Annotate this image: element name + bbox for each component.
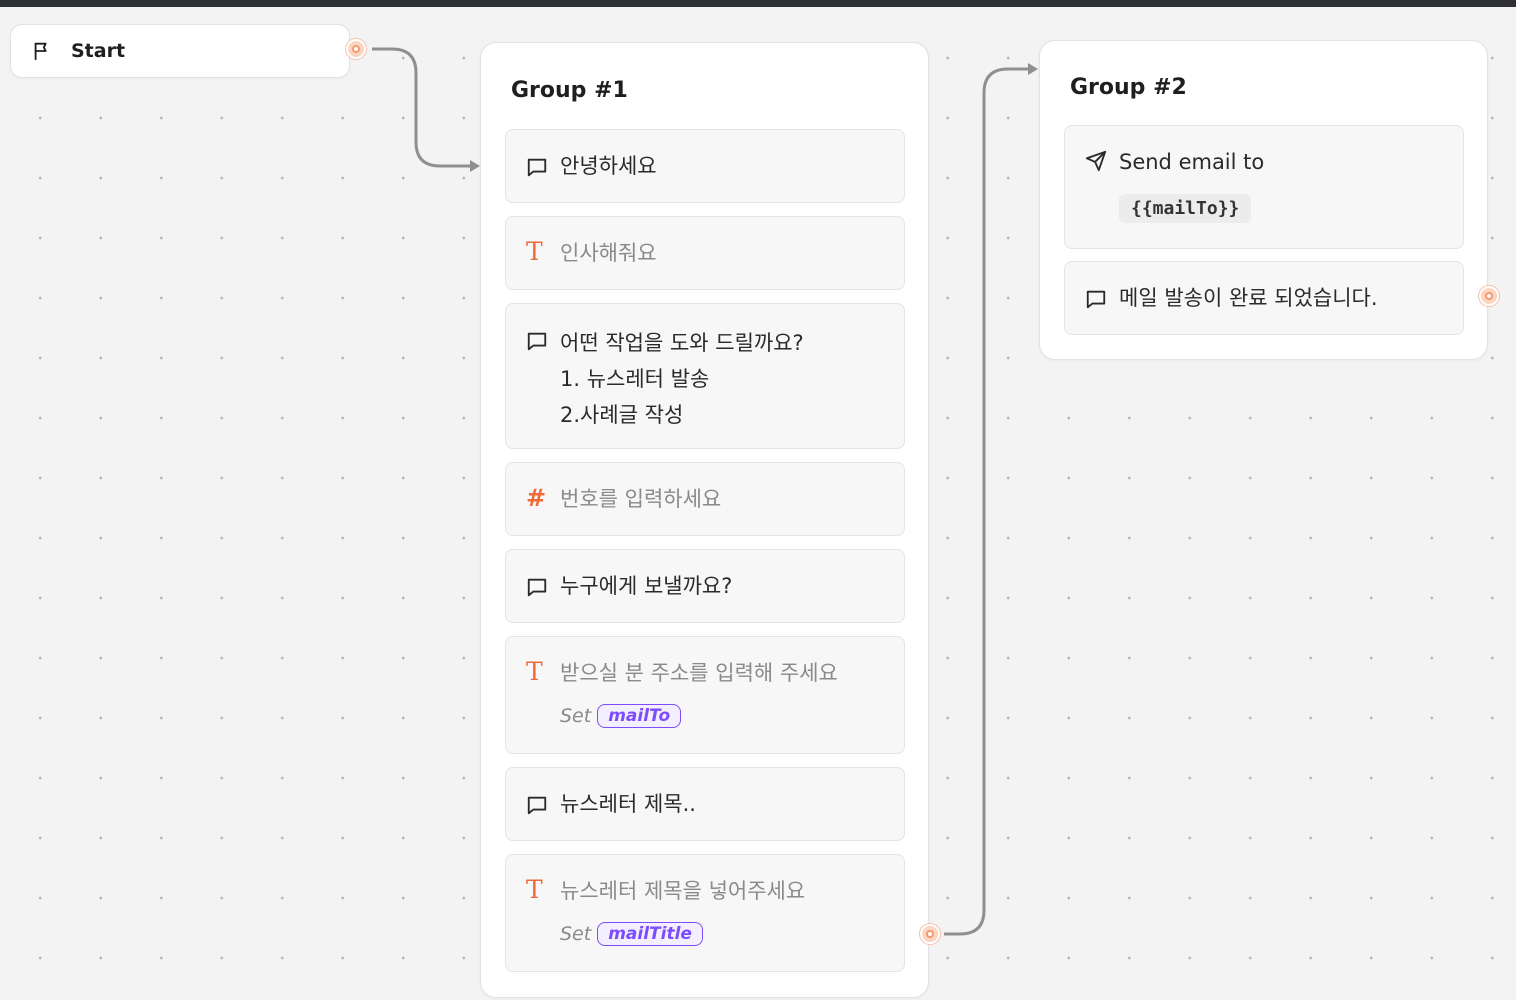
flag-icon: [34, 42, 47, 61]
number-input-block[interactable]: # 번호를 입력하세요: [505, 462, 905, 536]
text-bubble-block[interactable]: 메일 발송이 완료 되었습니다.: [1064, 261, 1464, 335]
chat-bubble-icon: [1086, 290, 1106, 309]
text-bubble-block[interactable]: 안녕하세요: [505, 129, 905, 203]
text-input-block[interactable]: T 인사해줘요: [505, 216, 905, 290]
set-variable-row: Set mailTo: [560, 704, 682, 728]
text-input-block[interactable]: T 뉴스레터 제목을 넣어주세요 Set mailTitle: [505, 854, 905, 972]
text-bubble-block[interactable]: 누구에게 보낼까요?: [505, 549, 905, 623]
text-bubble-block[interactable]: 어떤 작업을 도와 드릴까요? 1. 뉴스레터 발송 2.사례글 작성: [505, 303, 905, 449]
text-input-icon: T: [526, 875, 543, 904]
chat-bubble-icon: [527, 578, 547, 597]
bubble-line: 어떤 작업을 도와 드릴까요?: [560, 331, 804, 355]
text-input-block[interactable]: T 받으실 분 주소를 입력해 주세요 Set mailTo: [505, 636, 905, 754]
start-output-port[interactable]: [346, 39, 366, 59]
recipient-chip: {{mailTo}}: [1119, 194, 1252, 223]
start-node[interactable]: Start: [10, 24, 350, 78]
group-1[interactable]: Group #1 안녕하세요 T 인사해줘요 어떤 작업을 도와 드릴까요? 1…: [480, 42, 929, 998]
bubble-line: 2.사례글 작성: [560, 403, 684, 427]
group-title[interactable]: Group #2: [1070, 75, 1187, 100]
edge-group-1-to-group-2: [944, 67, 1028, 936]
top-toolbar-strip: [0, 0, 1516, 7]
variable-chip[interactable]: mailTitle: [597, 922, 703, 946]
chat-bubble-icon: [527, 332, 547, 351]
send-email-block[interactable]: Send email to {{mailTo}}: [1064, 125, 1464, 249]
group-title[interactable]: Group #1: [511, 78, 628, 103]
text-input-icon: T: [526, 237, 543, 266]
chat-bubble-icon: [527, 158, 547, 177]
set-label: Set: [560, 705, 592, 727]
start-label: Start: [71, 40, 126, 62]
bubble-line: 1. 뉴스레터 발송: [560, 367, 710, 391]
set-label: Set: [560, 923, 592, 945]
input-placeholder: 뉴스레터 제목을 넣어주세요: [560, 879, 806, 903]
set-variable-row: Set mailTitle: [560, 922, 703, 946]
group-2[interactable]: Group #2 Send email to {{mailTo}} 메일 발송이…: [1039, 40, 1488, 360]
input-placeholder: 인사해줘요: [560, 241, 657, 265]
bubble-text: 메일 발송이 완료 되었습니다.: [1119, 286, 1378, 310]
edge-start-to-group-1: [372, 47, 470, 168]
text-input-icon: T: [526, 657, 543, 686]
group-2-output-port[interactable]: [1479, 286, 1499, 306]
edge-arrowhead: [470, 160, 480, 172]
bubble-text: 안녕하세요: [560, 154, 657, 178]
group-1-output-port[interactable]: [920, 924, 940, 944]
chat-bubble-icon: [527, 796, 547, 815]
hash-icon: #: [526, 484, 547, 512]
input-placeholder: 받으실 분 주소를 입력해 주세요: [560, 661, 838, 685]
variable-chip[interactable]: mailTo: [597, 704, 682, 728]
bubble-text: 뉴스레터 제목..: [560, 792, 696, 816]
bubble-text-multiline: 어떤 작업을 도와 드릴까요? 1. 뉴스레터 발송 2.사례글 작성: [560, 325, 804, 433]
input-placeholder: 번호를 입력하세요: [560, 487, 722, 511]
send-email-text: Send email to: [1119, 150, 1265, 174]
bubble-text: 누구에게 보낼까요?: [560, 574, 733, 598]
send-icon: [1085, 150, 1107, 172]
text-bubble-block[interactable]: 뉴스레터 제목..: [505, 767, 905, 841]
edge-arrowhead: [1028, 63, 1038, 75]
